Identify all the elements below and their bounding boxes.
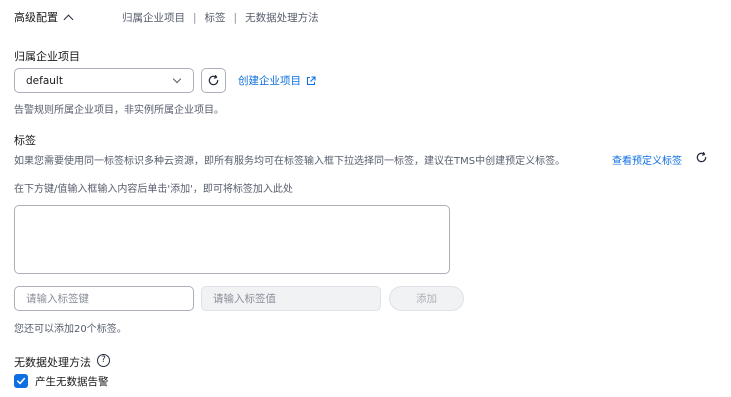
view-predefined-tags-label: 查看预定义标签 bbox=[612, 156, 682, 167]
enterprise-project-value: default bbox=[26, 74, 63, 87]
view-predefined-tags-link[interactable]: 查看预定义标签 bbox=[612, 152, 682, 167]
summary-item-enterprise-project: 归属企业项目 bbox=[122, 12, 185, 24]
external-link-icon bbox=[306, 75, 316, 85]
summary-separator: | bbox=[233, 11, 238, 24]
advanced-config-summary: 归属企业项目 | 标签 | 无数据处理方法 bbox=[122, 10, 319, 25]
create-enterprise-project-label: 创建企业项目 bbox=[238, 75, 301, 87]
tags-instruction: 在下方键/值输入框输入内容后单击'添加'，即可将标签加入此处 bbox=[14, 184, 293, 195]
summary-separator: | bbox=[193, 11, 197, 24]
tags-description: 如果您需要使用同一标签标识多种云资源，即所有服务均可在标签输入框下拉选择同一标签… bbox=[14, 156, 566, 167]
chevron-up-icon bbox=[63, 14, 74, 24]
checkmark-icon bbox=[17, 377, 26, 385]
no-data-label: 无数据处理方法 bbox=[14, 356, 91, 369]
tags-label: 标签 bbox=[14, 134, 36, 147]
enterprise-project-select[interactable]: default bbox=[14, 68, 194, 93]
tags-limit-hint: 您还可以添加20个标签。 bbox=[14, 324, 127, 335]
tag-key-placeholder: 请输入标签键 bbox=[26, 293, 89, 305]
add-tag-button[interactable]: 添加 bbox=[389, 286, 464, 311]
tag-value-placeholder: 请输入标签值 bbox=[213, 293, 276, 305]
no-data-alarm-checkbox[interactable] bbox=[14, 374, 28, 388]
tag-list-area bbox=[14, 205, 450, 274]
create-enterprise-project-link[interactable]: 创建企业项目 bbox=[238, 73, 316, 88]
add-tag-label: 添加 bbox=[416, 293, 437, 305]
advanced-config-toggle[interactable]: 高级配置 bbox=[14, 9, 74, 25]
summary-item-no-data: 无数据处理方法 bbox=[245, 12, 319, 24]
refresh-icon[interactable] bbox=[695, 151, 708, 164]
refresh-icon bbox=[208, 74, 219, 86]
enterprise-project-hint: 告警规则所属企业项目，非实例所属企业项目。 bbox=[14, 105, 224, 116]
enterprise-project-label: 归属企业项目 bbox=[14, 50, 80, 63]
tag-key-input[interactable]: 请输入标签键 bbox=[14, 286, 194, 311]
no-data-alarm-label[interactable]: 产生无数据告警 bbox=[35, 374, 109, 389]
summary-item-tags: 标签 bbox=[204, 12, 226, 24]
help-icon[interactable]: ? bbox=[97, 354, 110, 367]
tag-value-input[interactable]: 请输入标签值 bbox=[201, 286, 381, 311]
advanced-config-title: 高级配置 bbox=[14, 11, 58, 24]
chevron-down-icon bbox=[172, 74, 182, 84]
refresh-projects-button[interactable] bbox=[201, 68, 226, 93]
